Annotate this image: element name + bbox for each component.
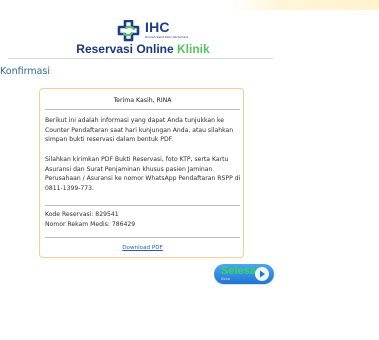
card-divider-middle (45, 205, 240, 206)
confirmation-instructions: Berikut ini adalah informasi yang dapat … (45, 117, 234, 144)
finish-button[interactable]: Selesai Done (214, 264, 274, 284)
card-divider-top (45, 109, 240, 110)
brand-title-accent: Klinik (177, 42, 210, 56)
reservation-confirmation-page: IHC Rumah Sakit Pelni Pertamina Reservas… (0, 0, 379, 340)
logo-text: IHC (145, 19, 170, 35)
page-brand-title: Reservasi Online Klinik (12, 42, 274, 56)
confirmation-card: Terima Kasih, RINA Berikut ini adalah in… (39, 88, 244, 258)
ihc-logo: IHC Rumah Sakit Pelni Pertamina (116, 19, 196, 42)
card-divider-bottom (45, 237, 240, 238)
whatsapp-instructions: Silahkan kirimkan PDF Bukti Reservasi, f… (45, 156, 241, 192)
ihc-cross-logo-icon (117, 19, 140, 42)
header: IHC Rumah Sakit Pelni Pertamina Reservas… (12, 19, 274, 60)
download-pdf-link[interactable]: Download PDF (40, 245, 245, 251)
page-title: Konfirmasi (0, 66, 50, 77)
medical-record-number: Nomor Rekam Medis: 786429 (45, 221, 136, 228)
finish-button-sublabel: Done (221, 277, 231, 281)
reservation-code: Kode Reservasi: 829541 (45, 211, 119, 218)
thank-you-message: Terima Kasih, RINA (113, 97, 172, 104)
play-arrow-icon (255, 267, 269, 281)
finish-button-label: Selesai (221, 265, 259, 277)
header-divider (8, 58, 273, 59)
logo-subtext: Rumah Sakit Pelni Pertamina (145, 35, 189, 39)
top-right-highlight (229, 0, 379, 10)
brand-title-main: Reservasi Online (76, 42, 178, 56)
